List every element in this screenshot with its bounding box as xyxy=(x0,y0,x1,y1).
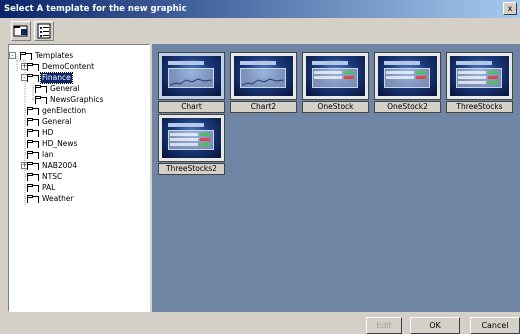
folder-icon xyxy=(27,151,39,159)
collapse-icon[interactable]: - xyxy=(9,52,16,59)
folder-icon xyxy=(35,96,47,104)
template-preview xyxy=(230,52,297,100)
tree-item[interactable]: genElection xyxy=(9,106,149,116)
tree-item[interactable]: General xyxy=(9,84,149,94)
tree-item[interactable]: HD xyxy=(9,128,149,138)
tree-item-label: NAB2004 xyxy=(42,161,77,170)
template-thumbnail[interactable]: Chart xyxy=(158,52,225,113)
tree-item-label: NewsGraphics xyxy=(50,95,104,104)
tree-item[interactable]: General xyxy=(9,117,149,127)
template-tree[interactable]: - Templates + DemoContent - Finance General New… xyxy=(8,44,150,312)
template-label: OneStock2 xyxy=(374,101,441,113)
tree-item[interactable]: - Templates xyxy=(9,51,149,61)
template-label: Chart2 xyxy=(230,101,297,113)
template-preview xyxy=(374,52,441,100)
template-thumbnail[interactable]: ThreeStocks xyxy=(446,52,513,113)
tree-item-label: Weather xyxy=(42,194,74,203)
title-bar[interactable]: Select A template for the new graphic x xyxy=(0,0,520,18)
template-thumbnail[interactable]: OneStock xyxy=(302,52,369,113)
template-thumbnail[interactable]: ThreeStocks2 xyxy=(158,114,225,175)
folder-icon xyxy=(27,129,39,137)
tree-item[interactable]: + NAB2004 xyxy=(9,161,149,171)
preview-image xyxy=(378,56,437,96)
template-label: OneStock xyxy=(302,101,369,113)
folder-icon xyxy=(27,107,39,115)
tree-item[interactable]: NewsGraphics xyxy=(9,95,149,105)
tree-item[interactable]: Weather xyxy=(9,194,149,204)
folder-icon xyxy=(27,173,39,181)
folder-icon xyxy=(27,195,39,203)
folder-icon xyxy=(20,52,32,60)
tree-item-label: General xyxy=(42,117,72,126)
cancel-button[interactable]: Cancel xyxy=(470,317,520,334)
list-view-icon xyxy=(37,23,51,39)
preview-image xyxy=(162,56,221,96)
tree-item[interactable]: - Finance xyxy=(9,72,149,84)
template-label: ThreeStocks xyxy=(446,101,513,113)
template-label: Chart xyxy=(158,101,225,113)
open-folder-button[interactable] xyxy=(11,21,31,41)
tree-item[interactable]: Ian xyxy=(9,150,149,160)
template-preview xyxy=(302,52,369,100)
tree-item[interactable]: + DemoContent xyxy=(9,62,149,72)
folder-icon xyxy=(27,118,39,126)
template-label: ThreeStocks2 xyxy=(158,163,225,175)
folder-icon xyxy=(27,63,39,71)
template-thumbnail[interactable]: Chart2 xyxy=(230,52,297,113)
tree-item-label: DemoContent xyxy=(42,62,95,71)
tree-item-label: Templates xyxy=(35,51,74,60)
folder-icon xyxy=(27,184,39,192)
tree-item[interactable]: HD_News xyxy=(9,139,149,149)
template-preview xyxy=(446,52,513,100)
tree-item-label: NTSC xyxy=(42,172,63,181)
folder-icon xyxy=(35,85,47,93)
ok-button[interactable]: OK xyxy=(410,317,460,334)
tree-item-label: PAL xyxy=(42,183,56,192)
folder-icon xyxy=(27,140,39,148)
button-bar: Edit OK Cancel xyxy=(0,312,520,334)
tree-item-label: Ian xyxy=(42,150,54,159)
toolbar xyxy=(0,18,520,44)
folder-icon xyxy=(27,74,39,82)
tree-item-label: General xyxy=(50,84,80,93)
template-preview xyxy=(158,52,225,100)
preview-image xyxy=(450,56,509,96)
tree-item[interactable]: PAL xyxy=(9,183,149,193)
preview-image xyxy=(162,118,221,158)
preview-image xyxy=(234,56,293,96)
tree-item-label: genElection xyxy=(42,106,87,115)
close-button[interactable]: x xyxy=(503,2,517,15)
template-dialog: Select A template for the new graphic x xyxy=(0,0,520,334)
tree-item-label: HD xyxy=(42,128,54,137)
tree-item-label: Finance xyxy=(40,72,73,84)
tree-item[interactable]: NTSC xyxy=(9,172,149,182)
preview-image xyxy=(306,56,365,96)
edit-button[interactable]: Edit xyxy=(366,317,402,334)
template-gallery[interactable]: Chart Chart2 OneStock OneStock2 ThreeStocks T… xyxy=(152,44,520,312)
template-thumbnail[interactable]: OneStock2 xyxy=(374,52,441,113)
open-folder-icon xyxy=(13,25,28,37)
window-title: Select A template for the new graphic xyxy=(4,4,187,14)
template-preview xyxy=(158,114,225,162)
tree-item-label: HD_News xyxy=(42,139,78,148)
folder-icon xyxy=(27,162,39,170)
list-view-button[interactable] xyxy=(34,21,54,41)
